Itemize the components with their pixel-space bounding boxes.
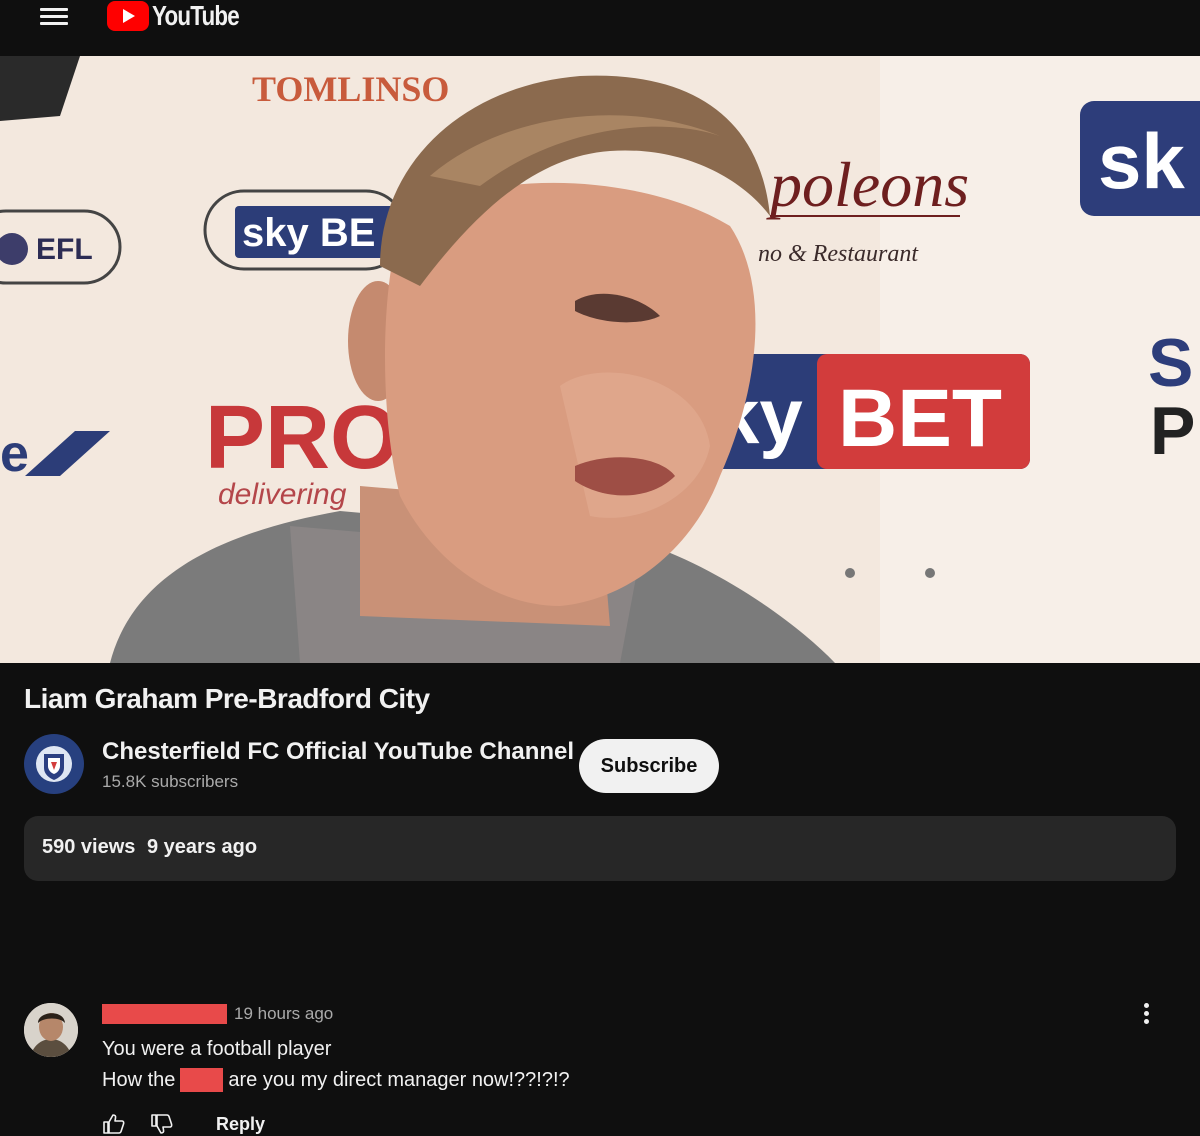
club-crest-icon [36,746,72,782]
youtube-logo[interactable]: YouTube [107,0,261,32]
redacted-word [180,1068,224,1092]
delivering-sign: delivering [218,478,347,511]
view-count: 590 views [42,836,136,858]
reply-button[interactable]: Reply [216,1114,265,1135]
top-bar: YouTube [0,0,1200,56]
play-logo-icon [107,1,149,31]
sky-bet-small-sign: sky BE [242,211,375,255]
comment-more-icon[interactable] [1138,1000,1154,1028]
youtube-wordmark: YouTube [152,0,240,31]
bet-sign: BET [838,373,1002,464]
comment-text-after-redaction: are you my direct manager now!??!?!? [228,1068,570,1091]
poleons-sign: poleons [766,149,969,220]
tomlinson-sign: TOMLINSO [252,69,449,109]
video-player[interactable]: TOMLINSO EFL sky BE poleons no & Restaur… [0,56,1200,663]
sky-sign-right: sk [1098,117,1185,205]
e-letter-sign: e [0,425,29,483]
comment-timestamp[interactable]: 19 hours ago [234,1004,333,1024]
video-title: Liam Graham Pre-Bradford City [24,683,430,714]
comment-text-before-redaction: How the [102,1068,176,1091]
restaurant-sign: no & Restaurant [758,241,919,267]
p-letter-sign: P [1150,393,1195,469]
comment-text-line-1: You were a football player [102,1038,332,1060]
pro-sign: PRO [205,388,400,488]
comment-text-line-2: How the are you my direct manager now!??… [102,1068,570,1092]
channel-avatar[interactable] [24,734,84,794]
upload-age: 9 years ago [146,836,258,858]
menu-icon[interactable] [40,4,68,28]
video-frame: TOMLINSO EFL sky BE poleons no & Restaur… [0,56,1200,663]
commenter-avatar[interactable] [24,1003,78,1057]
subscribe-button[interactable]: Subscribe [579,739,719,793]
efl-sign: EFL [36,233,93,266]
view-stats: 590 views 9 years ago [42,836,263,859]
thumbs-down-icon[interactable] [150,1112,174,1136]
user-photo-icon [24,1003,78,1057]
s-letter-sign: S [1148,325,1193,401]
redacted-username [102,1004,227,1024]
thumbs-up-icon[interactable] [102,1112,126,1136]
subscriber-count: 15.8K subscribers [102,772,239,791]
description-box[interactable]: 590 views 9 years ago [24,816,1176,881]
channel-name-link[interactable]: Chesterfield FC Official YouTube Channel [102,738,574,766]
